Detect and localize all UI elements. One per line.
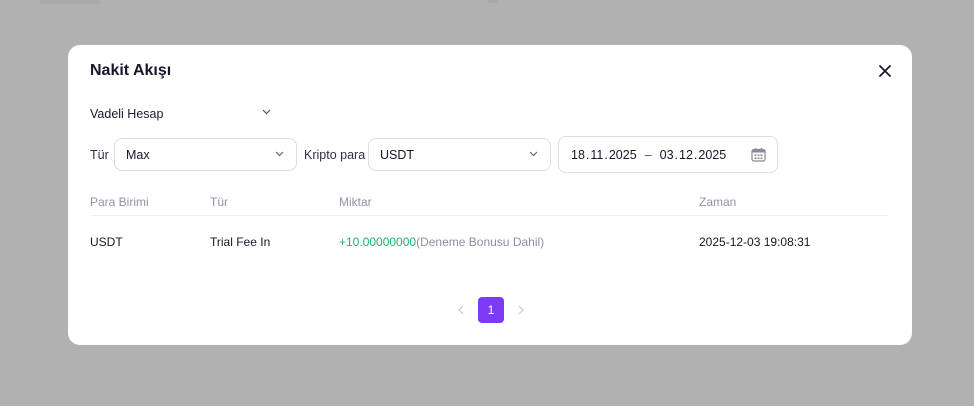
table-header: Para Birimi Tür Miktar Zaman [90, 190, 888, 216]
end-day[interactable]: 03 [660, 148, 674, 162]
close-button[interactable] [876, 62, 894, 80]
type-select-value: Max [126, 147, 150, 162]
crypto-filter-label: Kripto para [304, 148, 366, 162]
calendar-icon[interactable] [751, 147, 766, 162]
chevron-down-icon [275, 151, 284, 157]
cash-flow-table: Para Birimi Tür Miktar Zaman USDT Trial … [90, 190, 888, 268]
background-element [40, 0, 100, 4]
end-month[interactable]: 12 [679, 148, 693, 162]
prev-page-button[interactable] [453, 297, 469, 323]
account-select-value: Vadeli Hesap [90, 107, 164, 121]
row-time: 2025-12-03 19:08:31 [699, 235, 811, 249]
date-dot: . [585, 147, 590, 162]
modal-title: Nakit Akışı [90, 62, 172, 79]
date-range-picker[interactable]: 18 . 11 . 2025 – 03 . 12 . 2025 [558, 136, 778, 173]
date-dot: . [693, 147, 698, 162]
amount-value: +10.00000000 [339, 235, 417, 249]
crypto-select-value: USDT [380, 147, 415, 162]
row-type: Trial Fee In [210, 235, 271, 249]
background-element [488, 0, 498, 3]
chevron-left-icon [458, 305, 464, 315]
row-currency: USDT [90, 235, 123, 249]
chevron-down-icon [262, 109, 271, 115]
account-select[interactable]: Vadeli Hesap [90, 104, 274, 124]
table-row: USDT Trial Fee In +10.00000000(Deneme Bo… [90, 216, 888, 268]
date-range-separator: – [644, 147, 652, 162]
chevron-down-icon [529, 151, 538, 157]
crypto-select[interactable]: USDT [368, 138, 551, 171]
start-day[interactable]: 18 [571, 148, 585, 162]
column-header-currency: Para Birimi [90, 195, 149, 209]
start-month[interactable]: 11 [590, 148, 603, 162]
column-header-type: Tür [210, 195, 228, 209]
page-button-current[interactable]: 1 [478, 297, 504, 323]
type-filter-label: Tür [90, 148, 109, 162]
row-amount: +10.00000000(Deneme Bonusu Dahil) [339, 235, 544, 249]
column-header-amount: Miktar [339, 195, 372, 209]
pagination: 1 [453, 297, 529, 323]
date-dot: . [604, 147, 608, 162]
next-page-button[interactable] [513, 297, 529, 323]
start-year[interactable]: 2025 [609, 148, 637, 162]
end-year[interactable]: 2025 [698, 148, 726, 162]
cash-flow-modal: Nakit Akışı Vadeli Hesap Tür Max Kripto … [68, 45, 912, 345]
chevron-right-icon [518, 305, 524, 315]
type-select[interactable]: Max [114, 138, 297, 171]
date-dot: . [674, 147, 679, 162]
amount-note: (Deneme Bonusu Dahil) [416, 235, 545, 249]
close-icon [879, 65, 891, 77]
column-header-time: Zaman [699, 195, 737, 209]
